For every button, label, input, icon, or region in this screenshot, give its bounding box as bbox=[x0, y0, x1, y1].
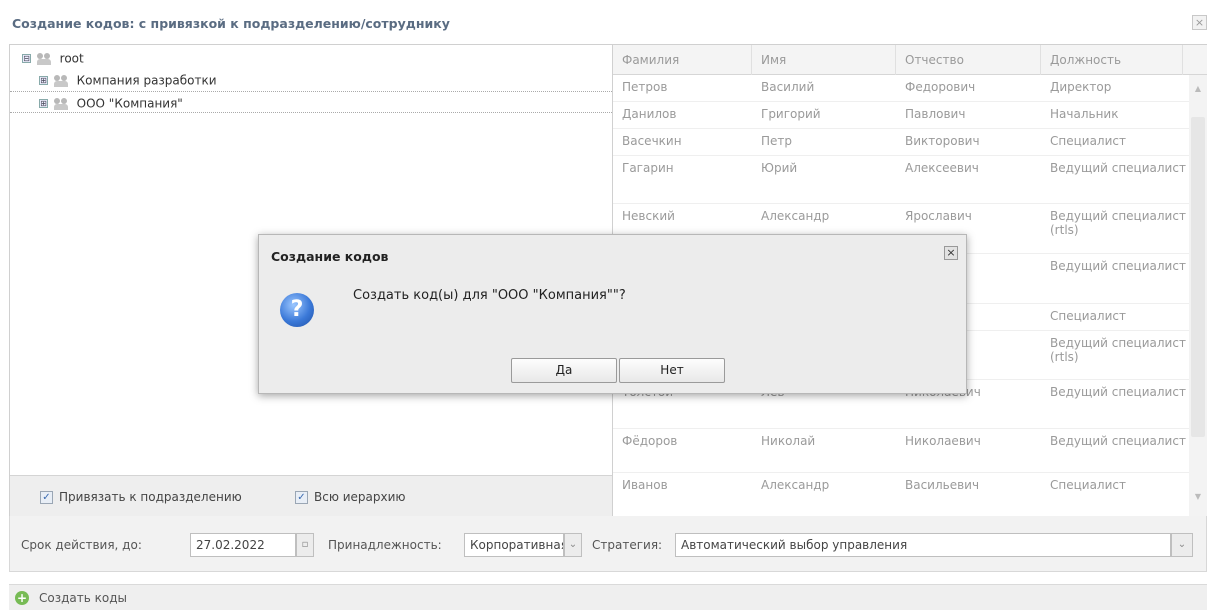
table-row[interactable]: Гагарин Юрий Алексеевич Ведущий специалист bbox=[613, 156, 1189, 204]
create-codes-button[interactable]: Создать коды bbox=[39, 591, 127, 605]
cell-last-name: Гагарин bbox=[622, 161, 674, 175]
tree-node-company[interactable]: ⊞ ООО "Компания" bbox=[10, 91, 612, 113]
tree-node-label: root bbox=[59, 51, 84, 66]
cell-position: Специалист bbox=[1050, 478, 1126, 492]
cell-last-name: Невский bbox=[622, 209, 675, 223]
checkbox-check-icon[interactable]: ✓ bbox=[40, 490, 53, 504]
valid-until-label: Срок действия, до: bbox=[21, 538, 142, 552]
add-icon[interactable]: + bbox=[15, 591, 29, 605]
cell-position: Ведущий специалист bbox=[1050, 385, 1186, 399]
scroll-thumb[interactable] bbox=[1191, 117, 1205, 437]
table-row[interactable]: Васечкин Петр Викторович Специалист bbox=[613, 129, 1189, 156]
window-title: Создание кодов: с привязкой к подразделе… bbox=[12, 16, 450, 31]
strategy-label: Стратегия: bbox=[592, 538, 663, 552]
column-header-first-name[interactable]: Имя bbox=[752, 45, 896, 75]
valid-until-date-field[interactable]: 27.02.2022 bbox=[190, 533, 296, 557]
strategy-select[interactable]: Автоматический выбор управления bbox=[675, 533, 1171, 557]
window-header: Создание кодов: с привязкой к подразделе… bbox=[0, 0, 1207, 44]
window-close-icon[interactable]: × bbox=[1192, 15, 1207, 30]
department-icon bbox=[53, 97, 68, 111]
cell-first-name: Юрий bbox=[761, 161, 798, 175]
checkbox-check-icon[interactable]: ✓ bbox=[295, 490, 308, 504]
dialog-title: Создание кодов bbox=[271, 249, 389, 264]
table-row[interactable]: Фёдоров Николай Николаевич Ведущий специали… bbox=[613, 429, 1189, 473]
dialog-close-icon[interactable]: × bbox=[944, 246, 958, 260]
ownership-label: Принадлежность: bbox=[328, 538, 442, 552]
scroll-down-icon[interactable]: ▼ bbox=[1189, 489, 1207, 505]
tree-node-dev-company[interactable]: ⊞ Компания разработки bbox=[39, 69, 217, 91]
ownership-select[interactable]: Корпоративная bbox=[464, 533, 564, 557]
expand-icon[interactable]: ⊞ bbox=[39, 99, 48, 108]
chevron-down-icon[interactable]: ⌄ bbox=[1171, 533, 1193, 557]
table-row[interactable]: Данилов Григорий Павлович Начальник bbox=[613, 102, 1189, 129]
checkbox-label: Привязать к подразделению bbox=[59, 490, 242, 504]
cell-first-name: Петр bbox=[761, 134, 793, 148]
cell-patronymic: Викторович bbox=[905, 134, 980, 148]
cell-position: Специалист bbox=[1050, 134, 1126, 148]
cell-position: Директор bbox=[1050, 80, 1112, 94]
confirm-dialog: Создание кодов × ? Создать код(ы) для "О… bbox=[258, 234, 967, 394]
whole-hierarchy-checkbox[interactable]: ✓ Всю иерархию bbox=[295, 490, 406, 504]
cell-first-name: Василий bbox=[761, 80, 815, 94]
cell-last-name: Иванов bbox=[622, 478, 668, 492]
cell-position: Ведущий специалист (rtls) bbox=[1050, 209, 1186, 237]
cell-patronymic: Алексеевич bbox=[905, 161, 979, 175]
calendar-icon[interactable]: ▫ bbox=[296, 533, 314, 557]
cell-position: Ведущий специалист bbox=[1050, 259, 1186, 273]
column-header-last-name[interactable]: Фамилия bbox=[613, 45, 752, 75]
cell-position: Специалист bbox=[1050, 309, 1126, 323]
cell-last-name: Васечкин bbox=[622, 134, 682, 148]
department-icon bbox=[36, 52, 51, 66]
cell-patronymic: Павлович bbox=[905, 107, 966, 121]
expand-icon[interactable]: ⊞ bbox=[39, 76, 48, 85]
cell-first-name: Григорий bbox=[761, 107, 821, 121]
cell-last-name: Данилов bbox=[622, 107, 677, 121]
tree-node-root[interactable]: ⊟ root bbox=[22, 47, 84, 69]
cell-patronymic: Федорович bbox=[905, 80, 976, 94]
table-row[interactable]: Иванов Александр Васильевич Специалист bbox=[613, 473, 1189, 517]
cell-position: Ведущий специалист (rtls) bbox=[1050, 336, 1186, 364]
cell-last-name: Петров bbox=[622, 80, 668, 94]
cell-first-name: Александр bbox=[761, 209, 830, 223]
cell-first-name: Александр bbox=[761, 478, 830, 492]
no-button[interactable]: Нет bbox=[619, 358, 725, 383]
cell-patronymic: Васильевич bbox=[905, 478, 980, 492]
checkbox-label: Всю иерархию bbox=[314, 490, 406, 504]
dialog-message: Создать код(ы) для "ООО "Компания""? bbox=[353, 288, 626, 303]
cell-position: Ведущий специалист bbox=[1050, 161, 1186, 175]
grid-header: Фамилия Имя Отчество Должность bbox=[613, 45, 1207, 75]
column-header-patronymic[interactable]: Отчество bbox=[896, 45, 1041, 75]
cell-position: Начальник bbox=[1050, 107, 1119, 121]
bind-to-department-checkbox[interactable]: ✓ Привязать к подразделению bbox=[40, 490, 242, 504]
tree-options-bar: ✓ Привязать к подразделению ✓ Всю иерарх… bbox=[10, 475, 612, 517]
grid-scrollbar[interactable]: ▲ ▼ bbox=[1189, 75, 1207, 517]
tree-node-label: Компания разработки bbox=[76, 73, 217, 88]
scroll-up-icon[interactable]: ▲ bbox=[1189, 81, 1207, 97]
yes-button[interactable]: Да bbox=[511, 358, 617, 383]
cell-last-name: Фёдоров bbox=[622, 434, 678, 448]
code-parameters-bar: Срок действия, до: 27.02.2022 ▫ Принадле… bbox=[9, 516, 1207, 572]
question-icon: ? bbox=[280, 293, 314, 327]
table-row[interactable]: Петров Василий Федорович Директор bbox=[613, 75, 1189, 102]
collapse-icon[interactable]: ⊟ bbox=[22, 54, 31, 63]
cell-position: Ведущий специалист bbox=[1050, 434, 1186, 448]
column-header-position[interactable]: Должность bbox=[1041, 45, 1183, 75]
cell-patronymic: Николаевич bbox=[905, 434, 981, 448]
department-icon bbox=[53, 74, 68, 88]
cell-first-name: Николай bbox=[761, 434, 816, 448]
chevron-down-icon[interactable]: ⌄ bbox=[564, 533, 582, 557]
cell-patronymic: Ярославич bbox=[905, 209, 972, 223]
actions-bar: + Создать коды bbox=[9, 584, 1207, 610]
tree-node-label: ООО "Компания" bbox=[76, 96, 183, 111]
